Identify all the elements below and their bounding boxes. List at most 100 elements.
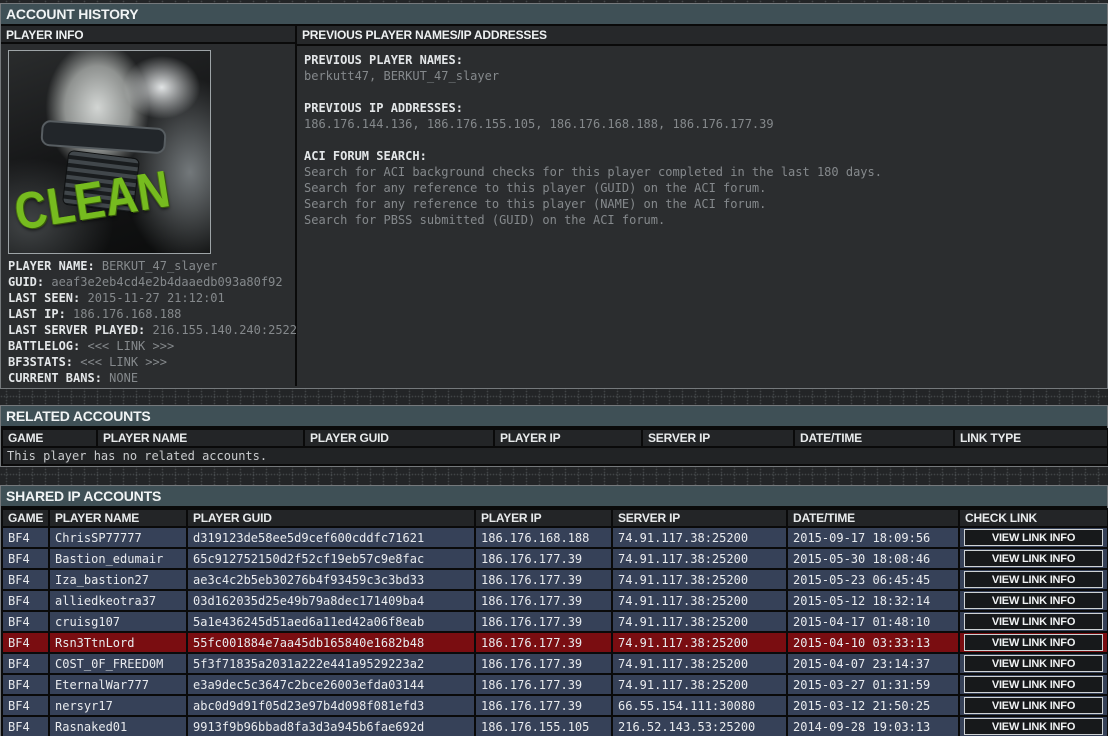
cell-datetime: 2015-05-23 06:45:45: [786, 568, 960, 591]
view-link-info-button[interactable]: VIEW LINK INFO: [964, 634, 1103, 651]
field-value: 186.176.168.188: [73, 307, 182, 321]
cell-server-ip: 74.91.117.38:25200: [611, 673, 788, 696]
field-link[interactable]: <<< LINK >>>: [87, 339, 174, 353]
cell-server-ip: 74.91.117.38:25200: [611, 631, 788, 654]
field-label: LAST SERVER PLAYED:: [8, 323, 153, 337]
cell-check-link: VIEW LINK INFO: [958, 526, 1108, 549]
cell-game: BF4: [1, 610, 50, 633]
cell-game: BF4: [1, 631, 50, 654]
cell-player-ip: 186.176.177.39: [474, 547, 613, 570]
cell-guid: 5a1e436245d51aed6a11ed42a06f8eab: [186, 610, 476, 633]
cell-check-link: VIEW LINK INFO: [958, 694, 1108, 717]
cell-check-link: VIEW LINK INFO: [958, 547, 1108, 570]
cell-check-link: VIEW LINK INFO: [958, 673, 1108, 696]
player-info-field: LAST SEEN: 2015-11-27 21:12:01: [8, 290, 288, 306]
field-label: GUID:: [8, 275, 52, 289]
field-label: LAST SEEN:: [8, 291, 88, 305]
cell-player-ip: 186.176.177.39: [474, 652, 613, 675]
view-link-info-button[interactable]: VIEW LINK INFO: [964, 718, 1103, 735]
cell-datetime: 2015-03-12 21:50:25: [786, 694, 960, 717]
cell-player-ip: 186.176.168.188: [474, 526, 613, 549]
shared-ip-row: BF4 Bastion_edumair 65c912752150d2f52cf19e…: [1, 547, 1108, 570]
cell-name: Bastion_edumair: [48, 547, 188, 570]
shared-ip-row: BF4 Iza_bastion27 ae3c4c2b5eb30276b4f93459…: [1, 568, 1108, 591]
view-link-info-button[interactable]: VIEW LINK INFO: [964, 613, 1103, 630]
related-accounts-table: GAME PLAYER NAME PLAYER GUID PLAYER IP SERVE…: [1, 428, 1108, 466]
field-label: BATTLELOG:: [8, 339, 88, 353]
aci-forum-search-label: ACI FORUM SEARCH:: [304, 149, 427, 163]
shared-ip-row: BF4 C0ST_0F_FREED0M 5f3f71835a2031a222e441…: [1, 652, 1108, 675]
cell-guid: e3a9dec5c3647c2bce26003efda03144: [186, 673, 476, 696]
cell-guid: 9913f9b96bbad8fa3d3a945b6fae692d: [186, 715, 476, 736]
view-link-info-button[interactable]: VIEW LINK INFO: [964, 550, 1103, 567]
cell-server-ip: 74.91.117.38:25200: [611, 568, 788, 591]
cell-guid: d319123de58ee5d9cef600cddfc71621: [186, 526, 476, 549]
previous-names-value: berkutt47, BERKUT_47_slayer: [304, 69, 500, 83]
column-header-player-ip: PLAYER IP: [474, 508, 613, 528]
forum-search-link[interactable]: Search for ACI background checks for thi…: [304, 164, 1100, 180]
cell-server-ip: 74.91.117.38:25200: [611, 652, 788, 675]
forum-search-link[interactable]: Search for any reference to this player …: [304, 180, 1100, 196]
field-value: aeaf3e2eb4cd4e2b4daaedb093a80f92: [51, 275, 283, 289]
player-info-field: BF3STATS: <<< LINK >>>: [8, 354, 288, 370]
view-link-info-button[interactable]: VIEW LINK INFO: [964, 697, 1103, 714]
cell-name: ChrisSP77777: [48, 526, 188, 549]
field-label: BF3STATS:: [8, 355, 81, 369]
cell-player-ip: 186.176.177.39: [474, 694, 613, 717]
field-value: BERKUT_47_slayer: [101, 259, 218, 273]
previous-names-label: PREVIOUS PLAYER NAMES:: [304, 53, 463, 67]
field-label: CURRENT BANS:: [8, 371, 110, 385]
account-history-header: ACCOUNT HISTORY: [1, 4, 1107, 26]
cell-server-ip: 74.91.117.38:25200: [611, 547, 788, 570]
player-info-pane: PLAYER INFO CLEAN PLAYER NAME: BERKUT_47…: [1, 26, 304, 386]
cell-name: alliedkeotra37: [48, 589, 188, 612]
shared-ip-accounts-panel: SHARED IP ACCOUNTS GAME PLAYER NAME PLAYER…: [0, 485, 1108, 736]
column-header-server-ip: SERVER IP: [611, 508, 788, 528]
player-info-header: PLAYER INFO: [1, 26, 295, 44]
column-header-date-time: DATE/TIME: [793, 428, 955, 448]
cell-game: BF4: [1, 547, 50, 570]
forum-search-link[interactable]: Search for PBSS submitted (GUID) on the …: [304, 212, 1100, 228]
cell-guid: 5f3f71835a2031a222e441a9529223a2: [186, 652, 476, 675]
view-link-info-button[interactable]: VIEW LINK INFO: [964, 592, 1103, 609]
cell-name: EternalWar777: [48, 673, 188, 696]
shared-ip-row: BF4 Rasnaked01 9913f9b96bbad8fa3d3a945b6fa…: [1, 715, 1108, 736]
shared-ip-header-row: GAME PLAYER NAME PLAYER GUID PLAYER IP SERVE…: [1, 508, 1108, 528]
shared-ip-row: BF4 Rsn3TtnLord 55fc001884e7aa45db165840e1…: [1, 631, 1108, 654]
field-label: LAST IP:: [8, 307, 74, 321]
forum-search-link[interactable]: Search for any reference to this player …: [304, 196, 1100, 212]
previous-names-pane: PREVIOUS PLAYER NAMES/IP ADDRESSES PREVI…: [297, 26, 1107, 386]
cell-player-ip: 186.176.177.39: [474, 631, 613, 654]
cell-player-ip: 186.176.155.105: [474, 715, 613, 736]
cell-game: BF4: [1, 673, 50, 696]
cell-player-ip: 186.176.177.39: [474, 673, 613, 696]
column-header-game: GAME: [1, 428, 98, 448]
column-header-player-name: PLAYER NAME: [96, 428, 305, 448]
player-info-field: LAST SERVER PLAYED: 216.155.140.240:2522…: [8, 322, 304, 338]
column-header-link-type: LINK TYPE: [953, 428, 1108, 448]
column-header-player-guid: PLAYER GUID: [186, 508, 476, 528]
cell-name: Rasnaked01: [48, 715, 188, 736]
related-accounts-panel: RELATED ACCOUNTS GAME PLAYER NAME PLAYER G…: [0, 405, 1108, 467]
cell-name: nersyr17: [48, 694, 188, 717]
view-link-info-button[interactable]: VIEW LINK INFO: [964, 655, 1103, 672]
cell-server-ip: 74.91.117.38:25200: [611, 610, 788, 633]
view-link-info-button[interactable]: VIEW LINK INFO: [964, 571, 1103, 588]
view-link-info-button[interactable]: VIEW LINK INFO: [964, 529, 1103, 546]
cell-guid: 03d162035d25e49b79a8dec171409ba4: [186, 589, 476, 612]
related-accounts-header-row: GAME PLAYER NAME PLAYER GUID PLAYER IP SERVE…: [1, 428, 1108, 448]
view-link-info-button[interactable]: VIEW LINK INFO: [964, 676, 1103, 693]
related-accounts-empty-row: This player has no related accounts.: [1, 446, 1108, 466]
cell-datetime: 2015-04-07 23:14:37: [786, 652, 960, 675]
shared-ip-table-body: BF4 ChrisSP77777 d319123de58ee5d9cef600cdd…: [1, 526, 1108, 736]
previous-ips-label: PREVIOUS IP ADDRESSES:: [304, 101, 463, 115]
player-info-field: GUID: aeaf3e2eb4cd4e2b4daaedb093a80f92: [8, 274, 288, 290]
shared-ip-row: BF4 EternalWar777 e3a9dec5c3647c2bce26003e…: [1, 673, 1108, 696]
cell-game: BF4: [1, 715, 50, 736]
cell-datetime: 2014-09-28 19:03:13: [786, 715, 960, 736]
field-link[interactable]: <<< LINK >>>: [80, 355, 167, 369]
aci-forum-search-links: Search for ACI background checks for thi…: [304, 164, 1100, 228]
field-label: PLAYER NAME:: [8, 259, 102, 273]
player-avatar: CLEAN: [8, 50, 211, 254]
cell-game: BF4: [1, 568, 50, 591]
